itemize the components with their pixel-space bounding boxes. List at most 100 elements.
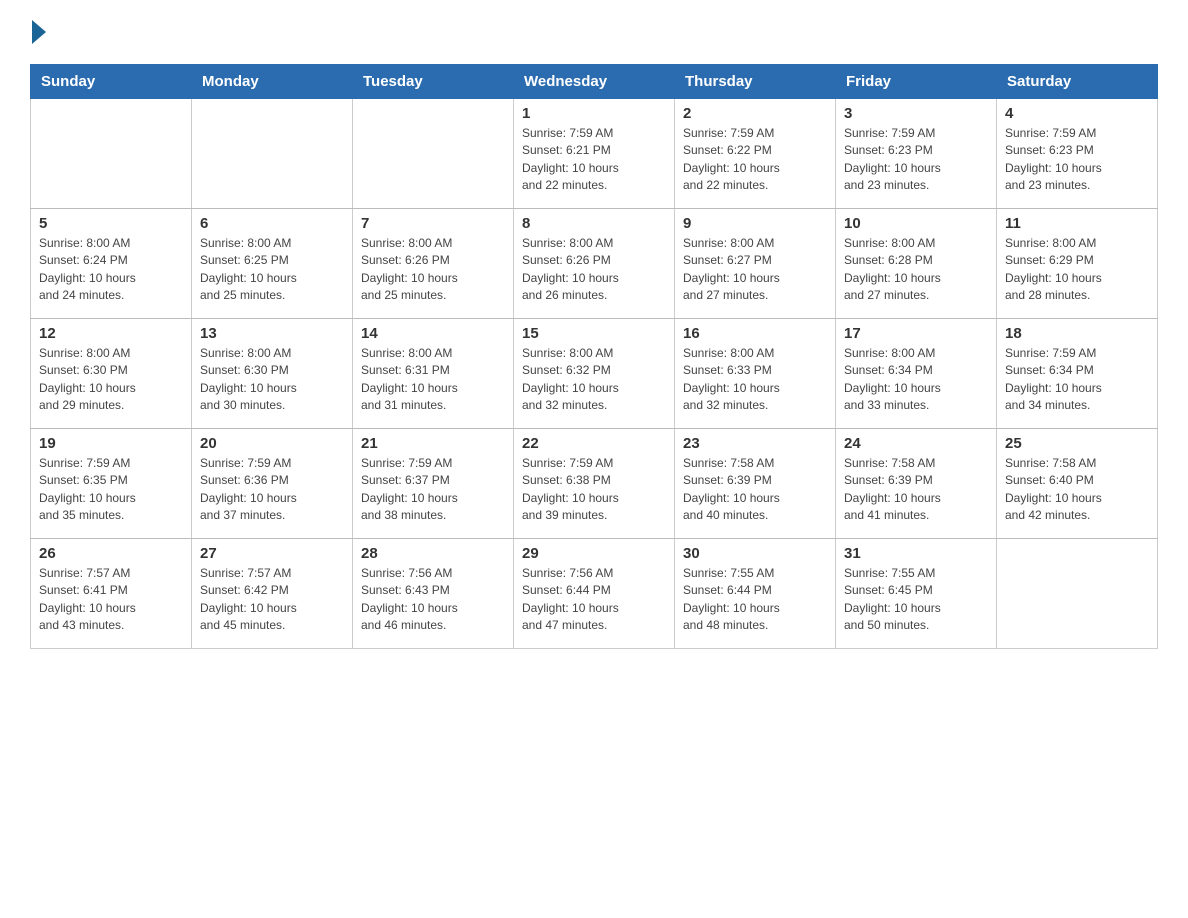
- day-number: 28: [361, 545, 505, 562]
- calendar-day-cell: [192, 99, 353, 209]
- day-of-week-header: Thursday: [675, 65, 836, 99]
- calendar-day-cell: 24Sunrise: 7:58 AM Sunset: 6:39 PM Dayli…: [836, 429, 997, 539]
- calendar-day-cell: 30Sunrise: 7:55 AM Sunset: 6:44 PM Dayli…: [675, 539, 836, 649]
- day-info: Sunrise: 7:59 AM Sunset: 6:36 PM Dayligh…: [200, 455, 344, 525]
- calendar-day-cell: 14 Sunrise: 8:00 AM Sunset: 6:31 PM Dayli…: [353, 319, 514, 429]
- day-number: 19: [39, 435, 183, 452]
- day-of-week-header: Sunday: [31, 65, 192, 99]
- calendar-day-cell: 25 Sunrise: 7:58 AM Sunset: 6:40 PM Dayli…: [997, 429, 1158, 539]
- calendar-header: SundayMondayTuesdayWednesdayThursdayFrid…: [31, 65, 1158, 99]
- day-info: Sunrise: 7:59 AM Sunset: 6:23 PM Dayligh…: [844, 125, 988, 195]
- day-number: 14: [361, 325, 505, 342]
- calendar-week-row: 19 Sunrise: 7:59 AM Sunset: 6:35 PM Dayli…: [31, 429, 1158, 539]
- day-of-week-header: Monday: [192, 65, 353, 99]
- calendar-day-cell: 31 Sunrise: 7:55 AM Sunset: 6:45 PM Dayli…: [836, 539, 997, 649]
- calendar-table: SundayMondayTuesdayWednesdayThursdayFrid…: [30, 64, 1158, 649]
- day-number: 15: [522, 325, 666, 342]
- calendar-day-cell: [997, 539, 1158, 649]
- logo: [30, 20, 48, 44]
- calendar-day-cell: 13 Sunrise: 8:00 AM Sunset: 6:30 PM Dayli…: [192, 319, 353, 429]
- day-number: 2: [683, 105, 827, 122]
- calendar-day-cell: 22Sunrise: 7:59 AM Sunset: 6:38 PM Dayli…: [514, 429, 675, 539]
- day-number: 8: [522, 215, 666, 232]
- day-number: 13: [200, 325, 344, 342]
- calendar-day-cell: 20 Sunrise: 7:59 AM Sunset: 6:36 PM Dayli…: [192, 429, 353, 539]
- day-info: Sunrise: 8:00 AM Sunset: 6:34 PM Dayligh…: [844, 345, 988, 415]
- day-number: 18: [1005, 325, 1149, 342]
- calendar-week-row: 12 Sunrise: 8:00 AM Sunset: 6:30 PM Dayli…: [31, 319, 1158, 429]
- calendar-day-cell: 6 Sunrise: 8:00 AM Sunset: 6:25 PM Daylig…: [192, 209, 353, 319]
- calendar-day-cell: 2 Sunrise: 7:59 AM Sunset: 6:22 PM Daylig…: [675, 99, 836, 209]
- day-info: Sunrise: 7:59 AM Sunset: 6:37 PM Dayligh…: [361, 455, 505, 525]
- day-info: Sunrise: 7:59 AM Sunset: 6:23 PM Dayligh…: [1005, 125, 1149, 195]
- calendar-week-row: 1Sunrise: 7:59 AM Sunset: 6:21 PM Daylig…: [31, 99, 1158, 209]
- calendar-day-cell: 29 Sunrise: 7:56 AM Sunset: 6:44 PM Dayli…: [514, 539, 675, 649]
- day-info: Sunrise: 8:00 AM Sunset: 6:24 PM Dayligh…: [39, 235, 183, 305]
- calendar-day-cell: 12 Sunrise: 8:00 AM Sunset: 6:30 PM Dayli…: [31, 319, 192, 429]
- calendar-day-cell: 8 Sunrise: 8:00 AM Sunset: 6:26 PM Daylig…: [514, 209, 675, 319]
- day-number: 17: [844, 325, 988, 342]
- day-number: 5: [39, 215, 183, 232]
- day-number: 25: [1005, 435, 1149, 452]
- day-number: 1: [522, 105, 666, 122]
- calendar-day-cell: 15 Sunrise: 8:00 AM Sunset: 6:32 PM Dayli…: [514, 319, 675, 429]
- day-info: Sunrise: 8:00 AM Sunset: 6:30 PM Dayligh…: [200, 345, 344, 415]
- calendar-day-cell: 1Sunrise: 7:59 AM Sunset: 6:21 PM Daylig…: [514, 99, 675, 209]
- day-number: 20: [200, 435, 344, 452]
- calendar-day-cell: 7 Sunrise: 8:00 AM Sunset: 6:26 PM Daylig…: [353, 209, 514, 319]
- day-of-week-header: Wednesday: [514, 65, 675, 99]
- day-info: Sunrise: 7:57 AM Sunset: 6:42 PM Dayligh…: [200, 565, 344, 635]
- day-info: Sunrise: 8:00 AM Sunset: 6:29 PM Dayligh…: [1005, 235, 1149, 305]
- day-info: Sunrise: 8:00 AM Sunset: 6:32 PM Dayligh…: [522, 345, 666, 415]
- day-number: 12: [39, 325, 183, 342]
- calendar-day-cell: 16Sunrise: 8:00 AM Sunset: 6:33 PM Dayli…: [675, 319, 836, 429]
- day-number: 6: [200, 215, 344, 232]
- day-number: 22: [522, 435, 666, 452]
- calendar-day-cell: 9Sunrise: 8:00 AM Sunset: 6:27 PM Daylig…: [675, 209, 836, 319]
- day-info: Sunrise: 7:56 AM Sunset: 6:44 PM Dayligh…: [522, 565, 666, 635]
- header-row: SundayMondayTuesdayWednesdayThursdayFrid…: [31, 65, 1158, 99]
- day-info: Sunrise: 7:59 AM Sunset: 6:22 PM Dayligh…: [683, 125, 827, 195]
- day-number: 24: [844, 435, 988, 452]
- day-info: Sunrise: 8:00 AM Sunset: 6:27 PM Dayligh…: [683, 235, 827, 305]
- calendar-week-row: 5 Sunrise: 8:00 AM Sunset: 6:24 PM Daylig…: [31, 209, 1158, 319]
- calendar-day-cell: 3Sunrise: 7:59 AM Sunset: 6:23 PM Daylig…: [836, 99, 997, 209]
- calendar-day-cell: 11 Sunrise: 8:00 AM Sunset: 6:29 PM Dayli…: [997, 209, 1158, 319]
- day-number: 30: [683, 545, 827, 562]
- day-number: 27: [200, 545, 344, 562]
- day-info: Sunrise: 8:00 AM Sunset: 6:28 PM Dayligh…: [844, 235, 988, 305]
- day-info: Sunrise: 8:00 AM Sunset: 6:26 PM Dayligh…: [522, 235, 666, 305]
- day-info: Sunrise: 8:00 AM Sunset: 6:31 PM Dayligh…: [361, 345, 505, 415]
- day-of-week-header: Tuesday: [353, 65, 514, 99]
- day-info: Sunrise: 7:58 AM Sunset: 6:40 PM Dayligh…: [1005, 455, 1149, 525]
- calendar-body: 1Sunrise: 7:59 AM Sunset: 6:21 PM Daylig…: [31, 99, 1158, 649]
- day-info: Sunrise: 7:55 AM Sunset: 6:45 PM Dayligh…: [844, 565, 988, 635]
- page-header: [30, 20, 1158, 44]
- calendar-day-cell: 28Sunrise: 7:56 AM Sunset: 6:43 PM Dayli…: [353, 539, 514, 649]
- day-number: 31: [844, 545, 988, 562]
- day-number: 4: [1005, 105, 1149, 122]
- calendar-day-cell: 19 Sunrise: 7:59 AM Sunset: 6:35 PM Dayli…: [31, 429, 192, 539]
- day-info: Sunrise: 8:00 AM Sunset: 6:33 PM Dayligh…: [683, 345, 827, 415]
- day-info: Sunrise: 7:59 AM Sunset: 6:34 PM Dayligh…: [1005, 345, 1149, 415]
- calendar-day-cell: 5 Sunrise: 8:00 AM Sunset: 6:24 PM Daylig…: [31, 209, 192, 319]
- day-of-week-header: Saturday: [997, 65, 1158, 99]
- calendar-day-cell: 10 Sunrise: 8:00 AM Sunset: 6:28 PM Dayli…: [836, 209, 997, 319]
- calendar-day-cell: 4 Sunrise: 7:59 AM Sunset: 6:23 PM Daylig…: [997, 99, 1158, 209]
- day-number: 7: [361, 215, 505, 232]
- day-number: 26: [39, 545, 183, 562]
- day-number: 21: [361, 435, 505, 452]
- logo-arrow-icon: [32, 20, 46, 44]
- calendar-day-cell: 27 Sunrise: 7:57 AM Sunset: 6:42 PM Dayli…: [192, 539, 353, 649]
- day-number: 23: [683, 435, 827, 452]
- calendar-day-cell: [353, 99, 514, 209]
- day-number: 10: [844, 215, 988, 232]
- day-info: Sunrise: 8:00 AM Sunset: 6:30 PM Dayligh…: [39, 345, 183, 415]
- day-info: Sunrise: 7:59 AM Sunset: 6:35 PM Dayligh…: [39, 455, 183, 525]
- day-number: 29: [522, 545, 666, 562]
- day-number: 11: [1005, 215, 1149, 232]
- day-info: Sunrise: 8:00 AM Sunset: 6:26 PM Dayligh…: [361, 235, 505, 305]
- calendar-week-row: 26Sunrise: 7:57 AM Sunset: 6:41 PM Dayli…: [31, 539, 1158, 649]
- day-info: Sunrise: 8:00 AM Sunset: 6:25 PM Dayligh…: [200, 235, 344, 305]
- calendar-day-cell: 23Sunrise: 7:58 AM Sunset: 6:39 PM Dayli…: [675, 429, 836, 539]
